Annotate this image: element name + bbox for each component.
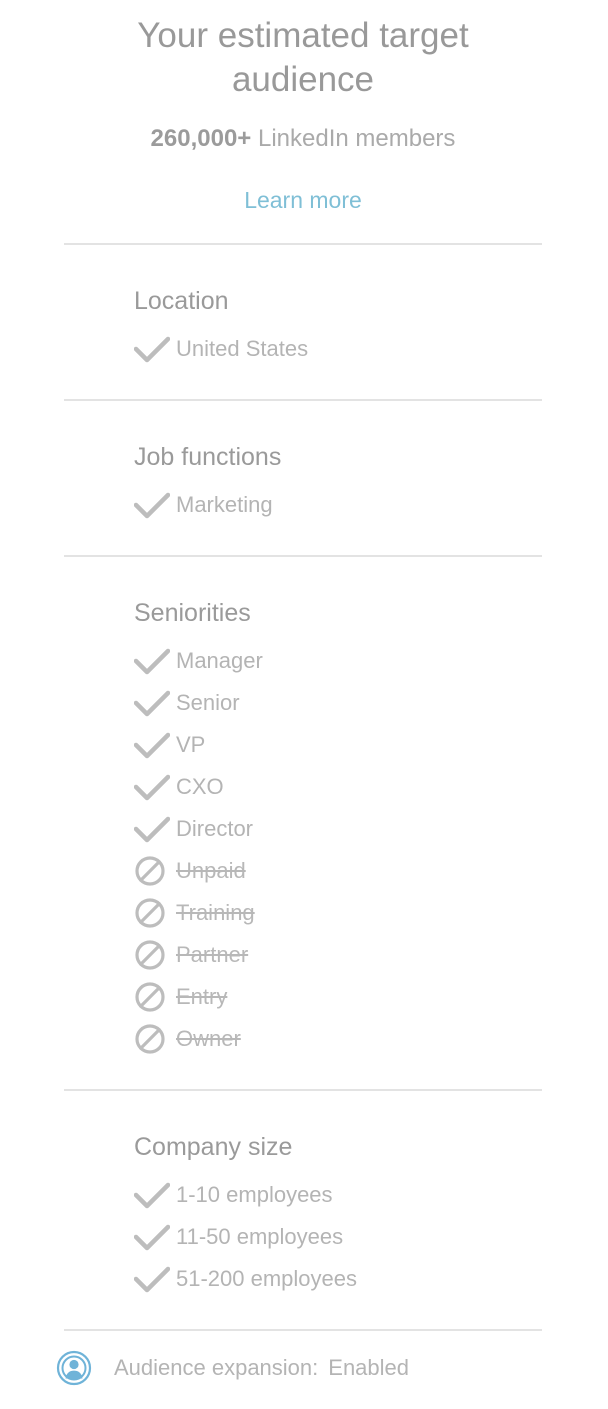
check-icon	[134, 487, 170, 523]
check-icon	[134, 643, 170, 679]
list-item: United States	[134, 328, 554, 370]
check-icon	[134, 1177, 170, 1213]
list-item: Director	[134, 808, 554, 850]
audience-size: 260,000+ LinkedIn members	[0, 124, 606, 154]
divider	[64, 1089, 542, 1091]
location-list: United States	[134, 328, 554, 370]
audience-summary-panel: Your estimated target audience 260,000+ …	[0, 0, 608, 1409]
company-size-list: 1-10 employees 11-50 employees 51-200 empl…	[134, 1174, 554, 1300]
member-count: 260,000+	[150, 125, 252, 152]
section-title-company-size: Company size	[134, 1133, 293, 1161]
list-item: Partner	[134, 934, 554, 976]
section-title-seniorities: Seniorities	[134, 599, 251, 627]
list-item: Marketing	[134, 484, 554, 526]
seniorities-list: Manager Senior VP CXO Director Unpaid Training…	[134, 640, 554, 1060]
list-item: 11-50 employees	[134, 1216, 554, 1258]
list-item-label: 1-10 employees	[176, 1182, 333, 1207]
title-line-1: Your estimated target	[137, 16, 469, 55]
prohibited-icon	[134, 937, 170, 973]
section-company-size: Company size 1-10 employees 11-50 employe…	[134, 1133, 554, 1300]
list-item-label: Entry	[176, 984, 228, 1009]
audience-expansion-status: Audience expansion: Enabled	[56, 1348, 409, 1388]
learn-more-link[interactable]: Learn more	[0, 186, 606, 214]
list-item: Entry	[134, 976, 554, 1018]
check-icon	[134, 769, 170, 805]
member-suffix: LinkedIn members	[258, 125, 456, 152]
list-item-label: Manager	[176, 648, 263, 673]
list-item: VP	[134, 724, 554, 766]
check-icon	[134, 727, 170, 763]
list-item-label: Marketing	[176, 492, 273, 517]
check-icon	[134, 331, 170, 367]
list-item-label: Unpaid	[176, 858, 246, 883]
prohibited-icon	[134, 853, 170, 889]
audience-expansion-icon	[56, 1350, 92, 1386]
prohibited-icon	[134, 1021, 170, 1057]
audience-expansion-value: Enabled	[328, 1355, 410, 1380]
check-icon	[134, 1261, 170, 1297]
prohibited-icon	[134, 979, 170, 1015]
check-icon	[134, 1219, 170, 1255]
check-icon	[134, 811, 170, 847]
section-location: Location United States	[134, 287, 554, 370]
divider	[64, 555, 542, 557]
list-item: Senior	[134, 682, 554, 724]
page-title: Your estimated target audience	[0, 14, 606, 102]
audience-expansion-label: Audience expansion:	[114, 1355, 319, 1380]
list-item-label: United States	[176, 336, 309, 361]
list-item-label: Owner	[176, 1026, 241, 1051]
list-item-label: VP	[176, 732, 206, 757]
list-item: CXO	[134, 766, 554, 808]
list-item-label: Senior	[176, 690, 240, 715]
prohibited-icon	[134, 895, 170, 931]
section-title-job-functions: Job functions	[134, 443, 282, 471]
list-item: Training	[134, 892, 554, 934]
list-item-label: CXO	[176, 774, 224, 799]
list-item-label: Training	[176, 900, 255, 925]
divider	[64, 399, 542, 401]
title-line-2: audience	[231, 60, 375, 99]
check-icon	[134, 685, 170, 721]
list-item: 51-200 employees	[134, 1258, 554, 1300]
divider	[64, 243, 542, 245]
list-item-label: 11-50 employees	[176, 1224, 344, 1249]
list-item: Unpaid	[134, 850, 554, 892]
list-item: Manager	[134, 640, 554, 682]
job-functions-list: Marketing	[134, 484, 554, 526]
section-title-location: Location	[134, 287, 229, 315]
divider	[64, 1329, 542, 1331]
list-item: Owner	[134, 1018, 554, 1060]
list-item-label: 51-200 employees	[176, 1266, 358, 1291]
list-item-label: Partner	[176, 942, 249, 967]
section-job-functions: Job functions Marketing	[134, 443, 554, 526]
list-item: 1-10 employees	[134, 1174, 554, 1216]
section-seniorities: Seniorities Manager Senior VP CXO Director Un…	[134, 599, 554, 1060]
list-item-label: Director	[176, 816, 254, 841]
